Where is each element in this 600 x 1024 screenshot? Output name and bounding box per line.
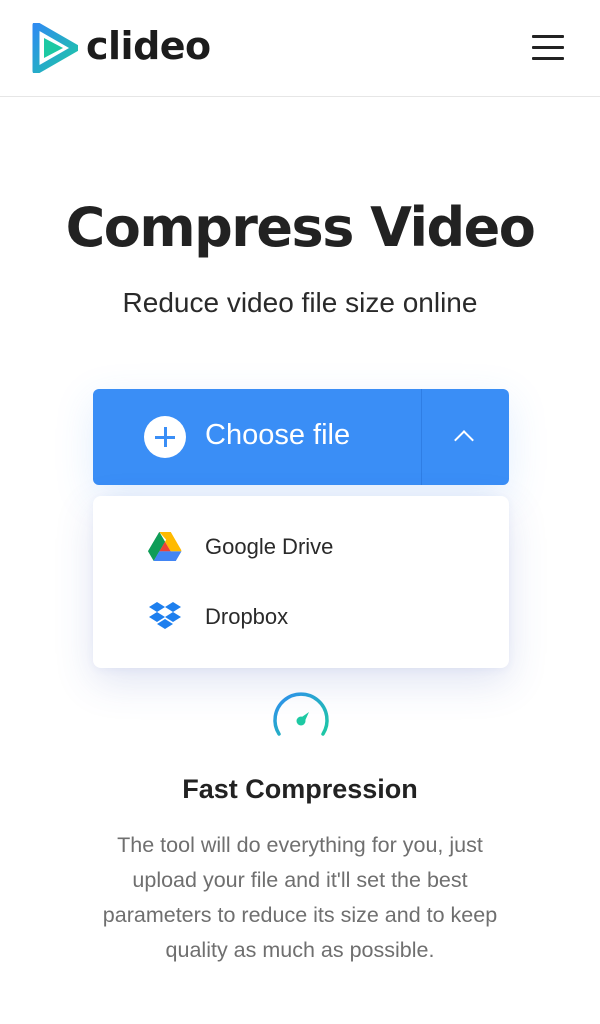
choose-file-button-group: Choose file (93, 389, 509, 485)
speedometer-icon (273, 692, 329, 736)
source-dropdown: Google Drive Dropbox (93, 496, 509, 668)
choose-file-label: Choose file (205, 419, 351, 451)
google-drive-icon (148, 532, 182, 561)
google-drive-label: Google Drive (205, 534, 334, 559)
source-dropdown-toggle[interactable] (422, 389, 509, 485)
source-google-drive[interactable]: Google Drive (93, 517, 509, 577)
choose-file-button[interactable]: Choose file (93, 389, 421, 485)
page-title: Compress Video (65, 196, 536, 259)
feature-description: The tool will do everything for you, jus… (102, 833, 498, 962)
plus-icon (144, 416, 186, 458)
source-dropbox[interactable]: Dropbox (93, 587, 509, 647)
logo[interactable]: clideo (32, 23, 211, 73)
chevron-up-icon (454, 430, 474, 450)
page-subtitle: Reduce video file size online (122, 287, 478, 318)
dropbox-icon (149, 602, 181, 629)
clideo-logo-icon (32, 23, 78, 73)
feature-title: Fast Compression (182, 774, 418, 804)
logo-text: clideo (86, 24, 211, 68)
dropbox-label: Dropbox (205, 604, 289, 629)
header: clideo (0, 0, 600, 97)
hamburger-menu-icon[interactable] (530, 33, 566, 63)
